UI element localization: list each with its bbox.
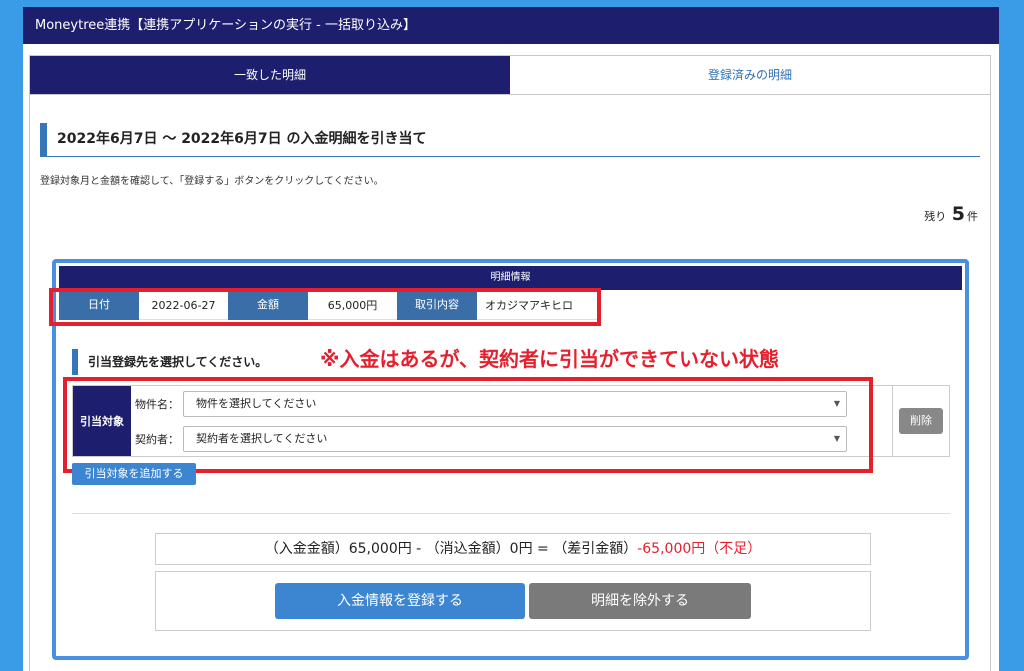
action-box: 入金情報を登録する 明細を除外する [155, 571, 871, 631]
exclude-statement-button[interactable]: 明細を除外する [529, 583, 751, 619]
app-window: Moneytree連携【連携アプリケーションの実行 - 一括取り込み】 一致した… [23, 7, 999, 671]
register-deposit-button[interactable]: 入金情報を登録する [275, 583, 525, 619]
assign-highlight-box [63, 377, 873, 473]
tab-bar: 一致した明細 登録済みの明細 [29, 55, 991, 95]
remaining-suffix: 件 [967, 210, 978, 223]
remaining-number: 5 [951, 203, 965, 225]
amount-summary: （入金金額）65,000円 - （消込金額）0円 = （差引金額）-65,000… [155, 533, 871, 565]
tab-registered[interactable]: 登録済みの明細 [510, 56, 990, 94]
main-content: 2022年6月7日 〜 2022年6月7日 の入金明細を引き当て 登録対象月と金… [29, 95, 991, 671]
tab-matched[interactable]: 一致した明細 [30, 56, 510, 94]
summary-text: （入金金額）65,000円 - （消込金額）0円 = （差引金額） [264, 541, 638, 557]
page-title: 2022年6月7日 〜 2022年6月7日 の入金明細を引き当て [40, 123, 980, 157]
window-title: Moneytree連携【連携アプリケーションの実行 - 一括取り込み】 [23, 7, 999, 44]
delete-cell: 削除 [893, 386, 949, 456]
divider [72, 513, 950, 514]
summary-difference: -65,000円（不足） [637, 541, 762, 557]
select-heading: 引当登録先を選択してください。 [72, 349, 312, 375]
warning-annotation: ※入金はあるが、契約者に引当ができていない状態 [320, 347, 780, 371]
remaining-prefix: 残り [924, 210, 947, 223]
delete-button[interactable]: 削除 [899, 408, 943, 434]
add-target-button[interactable]: 引当対象を追加する [72, 463, 196, 485]
card-header: 明細情報 [59, 266, 962, 290]
remaining-count: 残り 5件 [924, 203, 978, 225]
instruction-text: 登録対象月と金額を確認して、「登録する」ボタンをクリックしてください。 [40, 176, 384, 187]
statement-card: 明細情報 日付 2022-06-27 金額 65,000円 取引内容 オカジマア… [49, 259, 969, 660]
info-highlight-box [49, 288, 601, 326]
